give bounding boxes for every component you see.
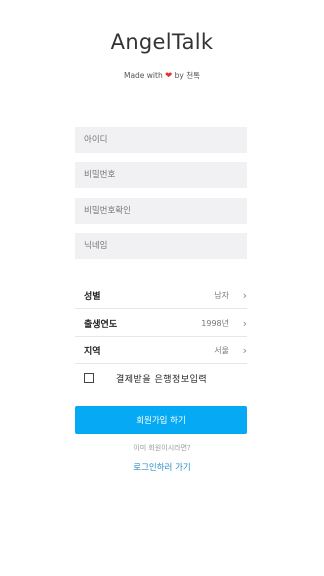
heart-icon: ❤ xyxy=(165,71,173,81)
gender-label: 성별 xyxy=(84,291,101,302)
tagline: Made with ❤ by 천톡 xyxy=(0,70,324,81)
region-row[interactable]: 지역 서울 › xyxy=(75,337,247,364)
bank-info-label: 결제받을 은행정보입력 xyxy=(116,374,208,385)
signup-button[interactable]: 회원가입 하기 xyxy=(75,406,247,434)
app-title: AngelTalk xyxy=(110,30,214,54)
chevron-right-icon: › xyxy=(242,316,247,330)
bank-info-checkbox[interactable] xyxy=(84,373,94,383)
chevron-right-icon: › xyxy=(242,288,247,302)
gender-value: 남자 xyxy=(214,290,229,300)
nickname-input[interactable] xyxy=(75,233,247,259)
birth-year-value: 1998년 xyxy=(201,318,229,328)
gender-row[interactable]: 성별 남자 › xyxy=(75,282,247,309)
region-label: 지역 xyxy=(84,346,101,357)
password-confirm-input[interactable] xyxy=(75,198,247,224)
password-input[interactable] xyxy=(75,162,247,188)
chevron-right-icon: › xyxy=(242,343,247,357)
already-member-text: 이미 회원이시라면? xyxy=(133,444,191,452)
bank-info-option[interactable]: 결제받을 은행정보입력 xyxy=(84,371,207,385)
login-link[interactable]: 로그인하러 가기 xyxy=(0,461,324,473)
id-input[interactable] xyxy=(75,127,247,153)
birth-year-row[interactable]: 출생연도 1998년 › xyxy=(75,310,247,337)
birth-year-label: 출생연도 xyxy=(84,319,118,330)
tagline-prefix: Made with xyxy=(123,71,163,80)
tagline-suffix: by 천톡 xyxy=(174,71,201,80)
region-value: 서울 xyxy=(214,345,229,355)
